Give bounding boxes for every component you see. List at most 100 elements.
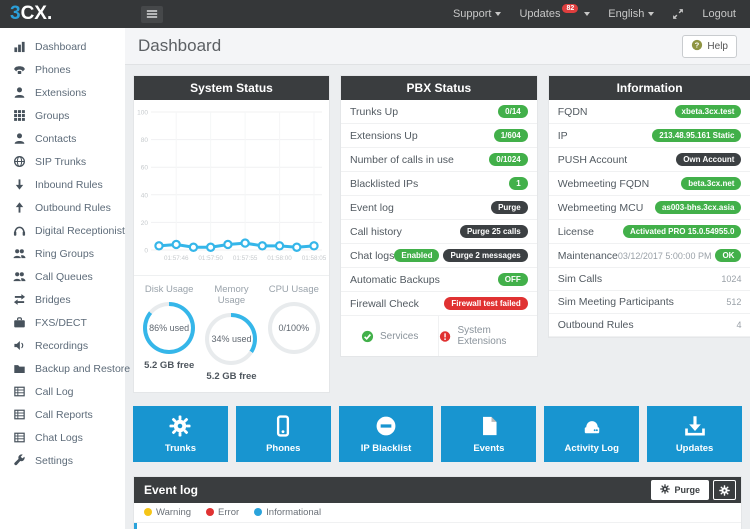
gauge-disk-usage: Disk Usage 86% used 5.2 GB free [138, 284, 200, 382]
row-label: Trunks Up [350, 105, 399, 118]
sidebar-item-extensions[interactable]: Extensions [0, 81, 125, 104]
sidebar-item-call-reports[interactable]: Call Reports [0, 403, 125, 426]
sidebar-item-backup-and-restore[interactable]: Backup and Restore [0, 357, 130, 380]
3cx-logo: 3CX. [0, 0, 125, 28]
status-row-firewall-check: Firewall Check Firewall test failed [341, 292, 537, 316]
status-badge[interactable]: Own Account [676, 153, 742, 166]
sidebar-item-phones[interactable]: Phones [0, 58, 125, 81]
support-menu-label: Support [452, 8, 492, 20]
quick-action-activity-log[interactable]: Activity Log [544, 406, 640, 462]
users-icon [13, 272, 26, 282]
sidebar-item-dashboard[interactable]: Dashboard [0, 35, 125, 58]
status-badge: 1 [509, 177, 528, 190]
sidebar-item-ring-groups[interactable]: Ring Groups [0, 242, 125, 265]
status-badge[interactable]: Purge [491, 201, 528, 214]
transfer-icon [13, 294, 26, 305]
support-menu[interactable]: Support [453, 8, 502, 20]
help-button-label: Help [707, 40, 728, 52]
purge-button-label: Purge [674, 485, 700, 495]
list-icon [14, 386, 25, 397]
gauge-label: Memory Usage [214, 284, 249, 306]
quick-action-trunks[interactable]: Trunks [133, 406, 228, 462]
quick-action-label: Activity Log [564, 443, 619, 454]
row-label: PUSH Account [557, 153, 628, 166]
event-log-entries: SIP Server/Call ManagerID: 410106/13/201… [134, 523, 741, 529]
status-badge: 1/604 [493, 129, 528, 142]
bar-chart-icon [14, 41, 25, 53]
sidebar-item-groups[interactable]: Groups [0, 104, 125, 127]
sidebar-item-label: Call Log [35, 385, 74, 398]
event-log-title: Event log [144, 483, 199, 497]
sidebar-item-recordings[interactable]: Recordings [0, 334, 125, 357]
row-badges: xbeta.3cx.test [674, 105, 742, 118]
quick-action-updates[interactable]: Updates [647, 406, 742, 462]
status-badge[interactable]: Purge 25 calls [459, 225, 528, 238]
svg-text:60: 60 [141, 165, 149, 172]
row-badges: Purge 25 calls [459, 225, 528, 238]
gear-icon [169, 415, 191, 437]
sidebar-item-label: Dashboard [35, 40, 87, 53]
sidebar-item-call-log[interactable]: Call Log [0, 380, 125, 403]
status-badge[interactable]: Firewall test failed [444, 297, 528, 310]
status-row-event-log: Event log Purge [341, 196, 537, 220]
expand-icon [673, 9, 684, 19]
gauge-donut: 34% used [205, 313, 258, 365]
status-row-maintenance: Maintenance 03/12/2017 5:00:00 PM OK [548, 244, 750, 268]
check-circle-icon [361, 330, 374, 342]
logo-part-blue: 3 [10, 3, 21, 24]
updates-count-badge: 82 [562, 3, 579, 13]
quick-action-events[interactable]: Events [441, 406, 537, 462]
pbx-footer-system-extensions[interactable]: System Extensions [438, 316, 536, 356]
main-area: Dashboard ? Help System Status 0 20 40 60 80 1… [125, 28, 750, 529]
logout-button[interactable]: Logout [702, 8, 736, 20]
status-badge: as003-bhs.3cx.asia [654, 201, 742, 214]
status-row-extensions-up: Extensions Up 1/604 [341, 124, 537, 148]
status-row-ip: IP 213.48.95.161 Static [548, 124, 750, 148]
sidebar-item-fxs-dect[interactable]: FXS/DECT [0, 311, 125, 334]
status-badge[interactable]: Purge 2 messages [443, 249, 528, 262]
sidebar-item-chat-logs[interactable]: Chat Logs [0, 426, 125, 449]
language-menu[interactable]: English [608, 8, 655, 20]
updates-menu[interactable]: Updates 82 [519, 3, 591, 20]
sidebar-item-label: Ring Groups [35, 247, 94, 260]
row-value-text: 4 [736, 320, 742, 330]
status-row-chat-logs: Chat logs Enabled Purge 2 messages [341, 244, 537, 268]
phone-icon [14, 66, 25, 74]
sidebar-toggle-button[interactable] [141, 5, 163, 23]
fullscreen-button[interactable] [672, 8, 684, 20]
row-badges: 213.48.95.161 Static [652, 129, 742, 142]
sidebar-item-call-queues[interactable]: Call Queues [0, 265, 125, 288]
purge-button[interactable]: Purge [651, 480, 709, 500]
row-label: FQDN [557, 105, 588, 118]
quick-action-ip-blacklist[interactable]: IP Blacklist [338, 406, 434, 462]
sidebar-item-inbound-rules[interactable]: Inbound Rules [0, 173, 125, 196]
sidebar-item-sip-trunks[interactable]: SIP Trunks [0, 150, 125, 173]
sidebar-item-outbound-rules[interactable]: Outbound Rules [0, 196, 125, 219]
quick-action-phones[interactable]: Phones [235, 406, 331, 462]
sidebar-item-bridges[interactable]: Bridges [0, 288, 125, 311]
row-badges: 1 [509, 177, 528, 190]
chevron-down-icon [495, 12, 502, 16]
download-icon [684, 416, 705, 436]
dashboard-content: System Status 0 20 40 60 80 100 01:57:46 01:57:… [125, 65, 750, 529]
help-button[interactable]: ? Help [682, 34, 737, 58]
pbx-status-footer: Services System Extensions [341, 316, 537, 356]
svg-text:01:58:00: 01:58:00 [267, 255, 292, 262]
legend-error: Error [206, 507, 239, 518]
sidebar-item-contacts[interactable]: Contacts [0, 127, 125, 150]
sidebar-item-digital-receptionist[interactable]: Digital Receptionist [0, 219, 125, 242]
row-badges: Purge [491, 201, 528, 214]
row-label: Event log [350, 201, 394, 214]
gauge-label: CPU Usage [268, 284, 319, 295]
sidebar-item-settings[interactable]: Settings [0, 449, 125, 472]
pbx-footer-services[interactable]: Services [341, 316, 438, 356]
gauge-sub-text: 5.2 GB free [206, 371, 257, 382]
event-log-settings-button[interactable] [713, 480, 736, 500]
chevron-down-icon [648, 12, 655, 16]
quick-action-label: Updates [675, 443, 714, 454]
legend-dot-icon [254, 508, 263, 516]
row-label: Sim Meeting Participants [557, 296, 674, 308]
language-menu-label: English [608, 8, 645, 20]
pbx-footer-label: Services [380, 330, 419, 342]
row-label: Webmeeting FQDN [557, 177, 650, 190]
